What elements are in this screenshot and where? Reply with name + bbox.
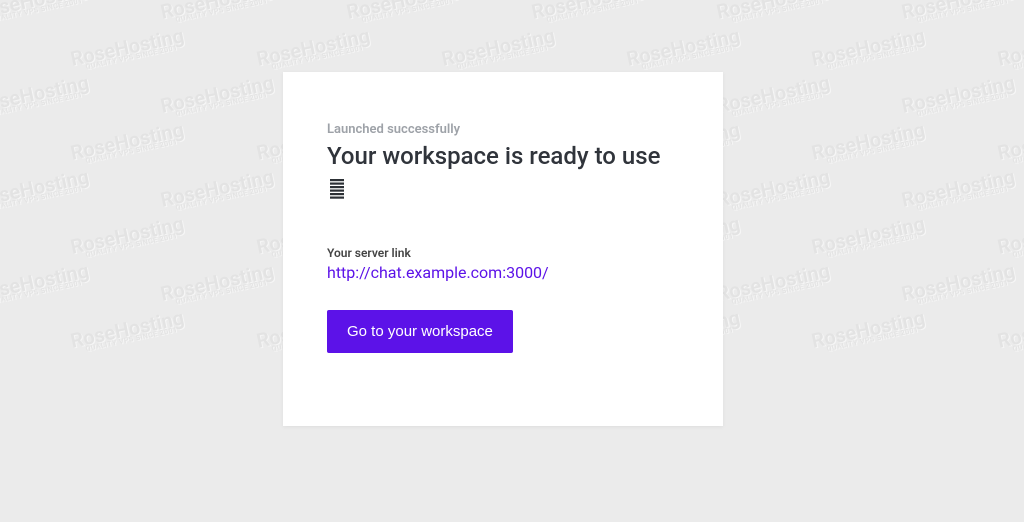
rocket-icon <box>327 178 347 200</box>
go-to-workspace-button[interactable]: Go to your workspace <box>327 310 513 353</box>
status-text: Launched successfully <box>327 122 679 137</box>
server-link[interactable]: http://chat.example.com:3000/ <box>327 263 549 282</box>
workspace-ready-card: Launched successfully Your workspace is … <box>283 72 723 426</box>
server-link-label: Your server link <box>327 246 679 260</box>
page-title: Your workspace is ready to use <box>327 141 679 172</box>
